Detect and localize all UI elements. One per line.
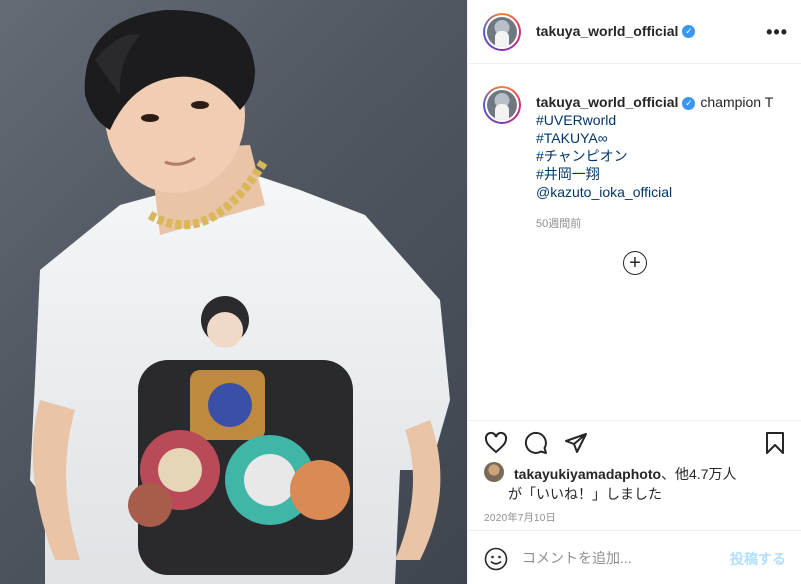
caption-line: takuya_world_official ✓ champion T	[536, 94, 773, 110]
likes-suffix: が「いいね！」しました	[508, 486, 662, 502]
share-icon[interactable]	[564, 431, 588, 455]
verified-badge-icon: ✓	[682, 96, 696, 110]
hashtag-list: #UVERworld #TAKUYA∞ #チャンピオン #井岡一翔 @kazut…	[536, 111, 672, 201]
likes-count[interactable]: 、他4.7万人	[661, 466, 736, 482]
hashtag-link[interactable]: #TAKUYA∞	[536, 129, 672, 147]
caption-avatar[interactable]	[483, 86, 521, 124]
hashtag-link[interactable]: #チャンピオン	[536, 147, 672, 165]
caption-username[interactable]: takuya_world_official	[536, 94, 678, 110]
more-options-icon[interactable]: •••	[766, 22, 788, 43]
load-more-comments-icon[interactable]: +	[623, 251, 647, 275]
hashtag-link[interactable]: #UVERworld	[536, 111, 672, 129]
mention-link[interactable]: @kazuto_ioka_official	[536, 183, 672, 201]
profile-avatar[interactable]	[483, 13, 521, 51]
post-header: takuya_world_official ✓ •••	[468, 0, 801, 64]
liker-avatar[interactable]	[484, 462, 504, 482]
post-comment-button[interactable]: 投稿する	[730, 549, 786, 569]
caption-area: takuya_world_official ✓ champion T #UVERwo…	[468, 64, 801, 420]
comment-icon[interactable]	[524, 431, 548, 455]
post-panel: takuya_world_official ✓ ••• takuya_world_…	[467, 0, 801, 584]
bookmark-icon[interactable]	[764, 431, 786, 455]
heart-icon[interactable]	[484, 431, 508, 455]
comment-input[interactable]	[522, 547, 722, 569]
post-photo-illustration	[30, 9, 450, 584]
liker-username[interactable]: takayukiyamadaphoto	[514, 466, 661, 482]
action-bar	[468, 420, 801, 468]
emoji-icon[interactable]	[484, 547, 508, 571]
post-image[interactable]	[0, 0, 467, 584]
header-username[interactable]: takuya_world_official	[536, 23, 678, 39]
caption-text: champion T	[700, 94, 774, 110]
caption-time-ago[interactable]: 50週間前	[536, 215, 581, 231]
hashtag-link[interactable]: #井岡一翔	[536, 165, 672, 183]
comment-bar: 投稿する	[468, 530, 801, 584]
verified-badge-icon: ✓	[682, 25, 696, 39]
post-date[interactable]: 2020年7月10日	[484, 509, 556, 524]
